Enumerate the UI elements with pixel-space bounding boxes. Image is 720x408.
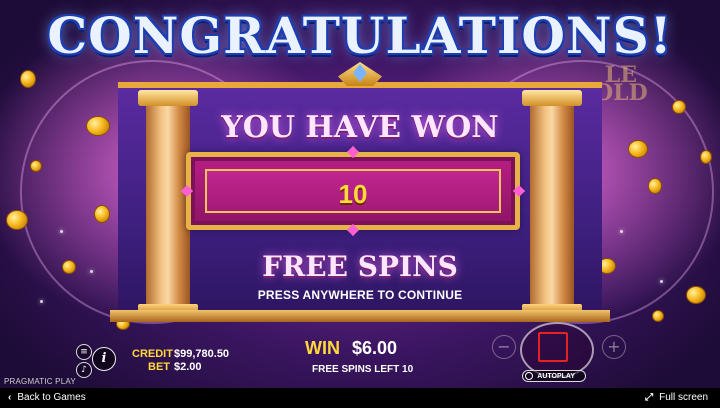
back-to-games-label: Back to Games [17,392,86,403]
credit-label: CREDIT [132,348,173,360]
expand-icon: ⤢ [645,392,654,403]
credit-value: $99,780.50 [174,348,230,360]
coin-icon [6,210,28,230]
you-have-won-heading: YOU HAVE WON [221,110,499,145]
game-scene[interactable]: LE OLD YOU HAVE WON 10 FREE SPINS PRESS A… [0,0,720,388]
stop-icon [538,332,568,362]
sparkle [60,230,63,233]
panel-ledge [110,310,610,322]
sparkle [620,230,623,233]
coin-icon [94,205,110,223]
free-spins-count-box: 10 [186,152,520,230]
brand-label: PRAGMATIC PLAY [4,377,76,386]
bet-label: BET [148,361,170,373]
free-spins-heading: FREE SPINS [262,250,458,283]
coin-icon [652,310,664,322]
coin-icon [30,160,42,172]
column-capital [138,90,198,106]
press-anywhere-prompt[interactable]: PRESS ANYWHERE TO CONTINUE [0,288,720,302]
chevron-left-icon: ‹ [8,392,12,403]
back-to-games-link[interactable]: ‹ Back to Games [8,392,86,403]
full-screen-label: Full screen [659,392,708,403]
menu-icon[interactable]: ≡ [76,344,92,360]
bottom-hud: ≡ ♪ i CREDIT $99,780.50 BET $2.00 WIN $6… [0,322,720,388]
column-capital [522,90,582,106]
free-spins-left: FREE SPINS LEFT 10 [312,364,414,375]
coin-icon [20,70,36,88]
decrease-bet-button[interactable]: − [492,335,516,359]
congratulations-banner: CONGRATULATIONS! [47,6,673,65]
game-logo-background: LE OLD [594,62,648,106]
bet-value: $2.00 [174,361,202,373]
increase-bet-button[interactable]: + [602,335,626,359]
sound-icon[interactable]: ♪ [76,362,92,378]
full-screen-button[interactable]: ⤢ Full screen [645,392,708,403]
free-spins-count: 10 [338,179,368,209]
footer-bar: ‹ Back to Games ⤢ Full screen [0,388,720,408]
info-button[interactable]: i [92,347,116,371]
win-amount: $6.00 [352,338,398,358]
autoplay-icon [525,372,533,380]
coin-icon [700,150,712,164]
win-label: WIN [305,338,340,358]
coin-icon [648,178,662,194]
